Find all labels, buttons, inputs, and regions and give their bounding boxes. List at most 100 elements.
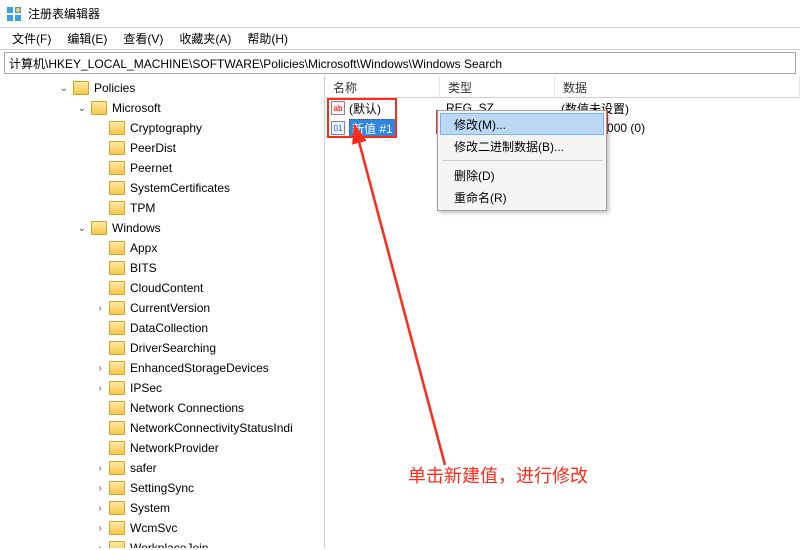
tree-label: Appx bbox=[128, 241, 159, 255]
folder-icon bbox=[109, 181, 125, 195]
titlebar: 注册表编辑器 bbox=[0, 0, 800, 28]
col-header-name[interactable]: 名称 bbox=[325, 76, 440, 97]
tree-node-workplacejoin[interactable]: › WorkplaceJoin bbox=[0, 538, 324, 548]
folder-icon bbox=[109, 241, 125, 255]
chevron-down-icon[interactable]: ⌄ bbox=[58, 83, 70, 94]
tree-label: Microsoft bbox=[110, 101, 163, 115]
address-text: 计算机\HKEY_LOCAL_MACHINE\SOFTWARE\Policies… bbox=[9, 55, 502, 72]
chevron-down-icon[interactable]: ⌄ bbox=[76, 223, 88, 234]
col-header-type[interactable]: 类型 bbox=[440, 76, 555, 97]
tree-label: Policies bbox=[92, 81, 137, 95]
chevron-right-icon[interactable]: › bbox=[94, 383, 106, 394]
menu-help[interactable]: 帮助(H) bbox=[239, 28, 296, 49]
chevron-down-icon[interactable]: ⌄ bbox=[76, 103, 88, 114]
tree-node-networkprovider[interactable]: NetworkProvider bbox=[0, 438, 324, 458]
menubar: 文件(F) 编辑(E) 查看(V) 收藏夹(A) 帮助(H) bbox=[0, 28, 800, 50]
tree-node-microsoft[interactable]: ⌄ Microsoft bbox=[0, 98, 324, 118]
folder-icon bbox=[109, 541, 125, 548]
tree-node-networkconnectivitystatusindi[interactable]: NetworkConnectivityStatusIndi bbox=[0, 418, 324, 438]
chevron-right-icon[interactable]: › bbox=[94, 503, 106, 514]
ctx-delete[interactable]: 删除(D) bbox=[440, 164, 604, 186]
binary-value-icon: 01 bbox=[331, 121, 345, 135]
tree-label: CloudContent bbox=[128, 281, 205, 295]
folder-icon bbox=[109, 261, 125, 275]
tree-label: SystemCertificates bbox=[128, 181, 232, 195]
tree-node-systemcertificates[interactable]: SystemCertificates bbox=[0, 178, 324, 198]
chevron-right-icon[interactable]: › bbox=[94, 363, 106, 374]
folder-icon bbox=[109, 401, 125, 415]
cell-name: ab(默认) bbox=[325, 100, 440, 117]
tree-node-bits[interactable]: BITS bbox=[0, 258, 324, 278]
list-header: 名称 类型 数据 bbox=[325, 76, 800, 98]
menu-view[interactable]: 查看(V) bbox=[115, 28, 171, 49]
app-title: 注册表编辑器 bbox=[28, 5, 100, 22]
tree-label: NetworkConnectivityStatusIndi bbox=[128, 421, 295, 435]
folder-icon bbox=[109, 341, 125, 355]
tree-node-appx[interactable]: Appx bbox=[0, 238, 324, 258]
folder-icon bbox=[109, 141, 125, 155]
tree-label: BITS bbox=[128, 261, 159, 275]
tree-label: WorkplaceJoin bbox=[128, 541, 210, 548]
tree-label: DataCollection bbox=[128, 321, 210, 335]
tree-node-peerdist[interactable]: PeerDist bbox=[0, 138, 324, 158]
folder-icon bbox=[109, 421, 125, 435]
tree-node-peernet[interactable]: Peernet bbox=[0, 158, 324, 178]
folder-icon bbox=[109, 461, 125, 475]
value-name: 新值 #1 bbox=[349, 119, 396, 138]
tree-label: SettingSync bbox=[128, 481, 196, 495]
menu-edit[interactable]: 编辑(E) bbox=[59, 28, 115, 49]
tree-label: Windows bbox=[110, 221, 163, 235]
annotation-text: 单击新建值，进行修改 bbox=[408, 462, 588, 488]
tree-label: System bbox=[128, 501, 172, 515]
folder-icon bbox=[109, 281, 125, 295]
tree-node-cryptography[interactable]: Cryptography bbox=[0, 118, 324, 138]
tree-node-currentversion[interactable]: › CurrentVersion bbox=[0, 298, 324, 318]
folder-icon bbox=[109, 201, 125, 215]
tree-node-wcmsvc[interactable]: › WcmSvc bbox=[0, 518, 324, 538]
tree-node-enhancedstoragedevices[interactable]: ›EnhancedStorageDevices bbox=[0, 358, 324, 378]
tree-label: IPSec bbox=[128, 381, 164, 395]
folder-icon bbox=[109, 481, 125, 495]
tree-label: safer bbox=[128, 461, 159, 475]
folder-icon bbox=[109, 121, 125, 135]
folder-icon bbox=[109, 161, 125, 175]
chevron-right-icon[interactable]: › bbox=[94, 303, 106, 314]
folder-icon bbox=[109, 381, 125, 395]
tree-label: CurrentVersion bbox=[128, 301, 212, 315]
chevron-right-icon[interactable]: › bbox=[94, 483, 106, 494]
tree-node-datacollection[interactable]: DataCollection bbox=[0, 318, 324, 338]
tree-pane[interactable]: ⌄ Policies ⌄ Microsoft CryptographyPeerDist P… bbox=[0, 76, 325, 548]
folder-icon bbox=[109, 361, 125, 375]
address-bar[interactable]: 计算机\HKEY_LOCAL_MACHINE\SOFTWARE\Policies… bbox=[4, 52, 796, 74]
tree-node-settingsync[interactable]: › SettingSync bbox=[0, 478, 324, 498]
folder-icon bbox=[109, 501, 125, 515]
tree-node-tpm[interactable]: TPM bbox=[0, 198, 324, 218]
string-value-icon: ab bbox=[331, 101, 345, 115]
chevron-right-icon[interactable]: › bbox=[94, 523, 106, 534]
ctx-rename[interactable]: 重命名(R) bbox=[440, 186, 604, 208]
folder-icon bbox=[109, 321, 125, 335]
folder-icon bbox=[73, 81, 89, 95]
menu-file[interactable]: 文件(F) bbox=[4, 28, 59, 49]
tree-node-network-connections[interactable]: Network Connections bbox=[0, 398, 324, 418]
tree-node-safer[interactable]: › safer bbox=[0, 458, 324, 478]
tree-node-system[interactable]: › System bbox=[0, 498, 324, 518]
tree-node-windows[interactable]: ⌄ Windows bbox=[0, 218, 324, 238]
col-header-data[interactable]: 数据 bbox=[555, 76, 800, 97]
context-menu: 修改(M)... 修改二进制数据(B)... 删除(D) 重命名(R) bbox=[437, 110, 607, 211]
tree-node-policies[interactable]: ⌄ Policies bbox=[0, 78, 324, 98]
chevron-right-icon[interactable]: › bbox=[94, 543, 106, 549]
folder-icon bbox=[91, 101, 107, 115]
folder-icon bbox=[109, 521, 125, 535]
ctx-modify[interactable]: 修改(M)... bbox=[440, 113, 604, 135]
tree-node-cloudcontent[interactable]: CloudContent bbox=[0, 278, 324, 298]
menu-favorites[interactable]: 收藏夹(A) bbox=[171, 28, 239, 49]
cell-name: 01 新值 #1 bbox=[325, 119, 440, 138]
tree-label: Peernet bbox=[128, 161, 174, 175]
tree-node-driversearching[interactable]: DriverSearching bbox=[0, 338, 324, 358]
folder-icon bbox=[91, 221, 107, 235]
tree-node-ipsec[interactable]: › IPSec bbox=[0, 378, 324, 398]
tree-label: WcmSvc bbox=[128, 521, 179, 535]
ctx-modify-binary[interactable]: 修改二进制数据(B)... bbox=[440, 135, 604, 157]
chevron-right-icon[interactable]: › bbox=[94, 463, 106, 474]
